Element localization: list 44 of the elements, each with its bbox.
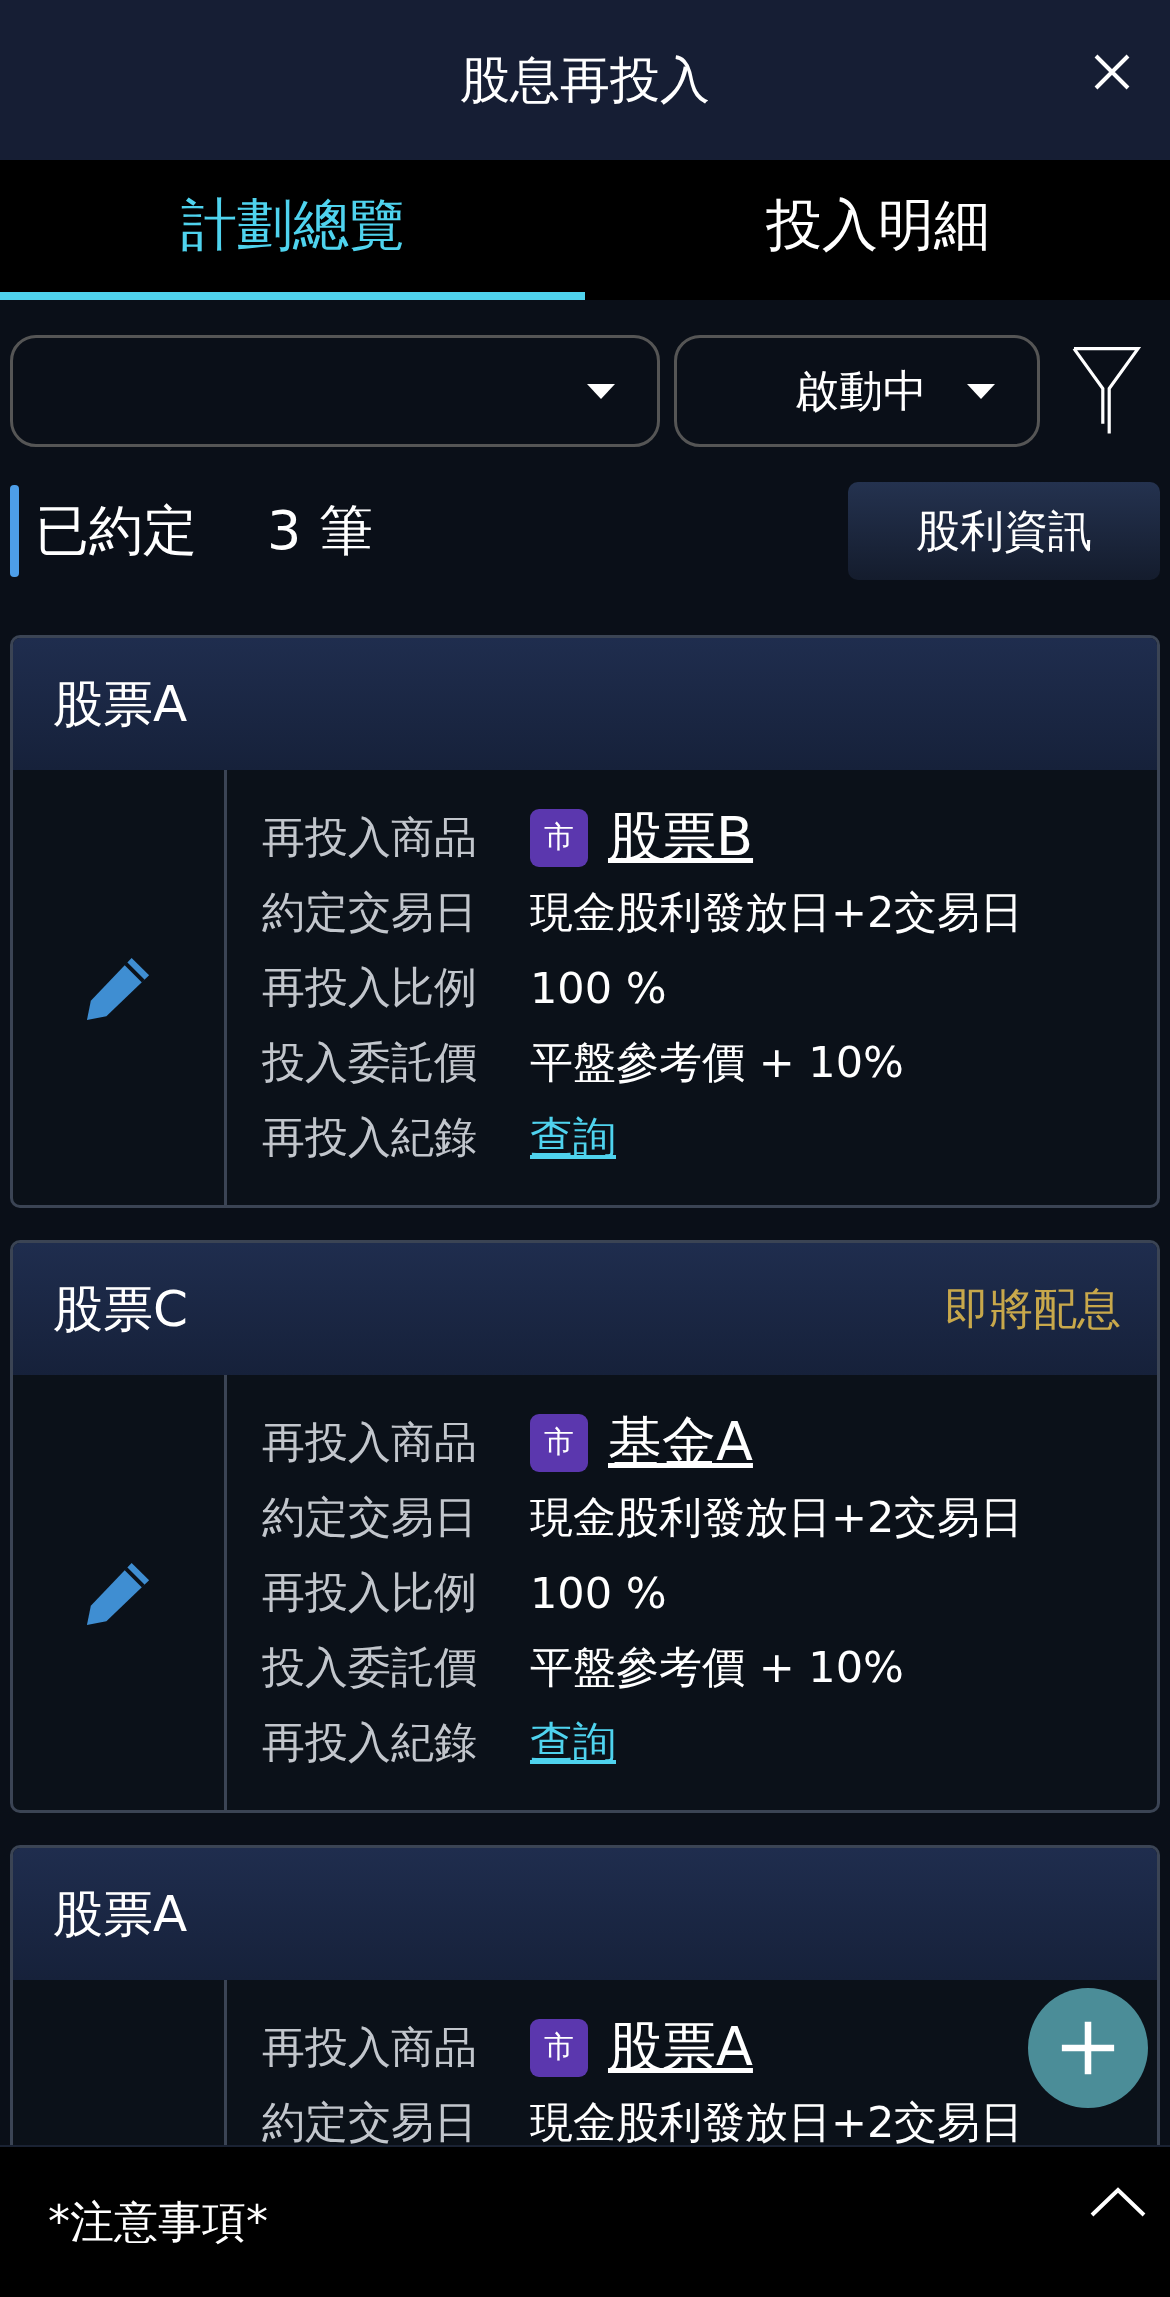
field-label: 投入委託價 [262,1640,478,1694]
status-label: 即將配息 [945,1281,1121,1336]
field-value: 平盤參考價 + 10% [530,1035,904,1089]
plan-count: 已約定 3 筆 [35,497,373,564]
field-value: 平盤參考價 + 10% [530,1640,904,1694]
field-label: 投入委託價 [262,1035,478,1089]
market-badge: 市 [530,2018,588,2077]
field-value: 現金股利發放日+2交易日 [530,2095,1024,2145]
stock-name: 股票C [53,1278,188,1340]
query-link[interactable]: 查詢 [530,1713,616,1772]
field-label: 再投入紀錄 [262,1110,478,1164]
field-value: 現金股利發放日+2交易日 [530,1490,1024,1544]
field-value: 100 % [530,962,667,1013]
field-value: 100 % [530,1567,667,1618]
field-label: 再投入紀錄 [262,1715,478,1769]
close-icon[interactable] [1092,52,1132,92]
field-label: 再投入商品 [262,810,478,864]
caret-icon [967,383,995,399]
field-label: 再投入商品 [262,1415,478,1469]
field-label: 再投入比例 [262,1565,478,1619]
chevron-up-icon[interactable] [1090,2187,1146,2217]
market-badge: 市 [530,808,588,867]
field-label: 再投入比例 [262,960,478,1014]
plus-icon [1060,2020,1116,2076]
notice-link[interactable]: *注意事項* [48,2192,268,2252]
field-label: 再投入商品 [262,2020,478,2074]
field-label: 約定交易日 [262,1490,478,1544]
stock-name: 股票A [53,673,188,735]
status-dropdown[interactable]: 啟動中 [674,335,1040,447]
stock-name: 股票A [53,1883,188,1945]
product-link[interactable]: 基金A [608,1406,753,1479]
dividend-info-button[interactable]: 股利資訊 [848,482,1160,580]
field-label: 約定交易日 [262,885,478,939]
account-dropdown[interactable] [10,335,660,447]
field-label: 約定交易日 [262,2095,478,2145]
market-badge: 市 [530,1413,588,1472]
query-link[interactable]: 查詢 [530,1108,616,1167]
page-title: 股息再投入 [460,49,710,111]
caret-icon [587,383,615,399]
tab[interactable]: 投入明細 [585,160,1170,300]
product-link[interactable]: 股票B [608,801,754,874]
product-link[interactable]: 股票A [608,2011,753,2084]
field-value: 現金股利發放日+2交易日 [530,885,1024,939]
tab[interactable]: 計劃總覽 [0,160,585,300]
